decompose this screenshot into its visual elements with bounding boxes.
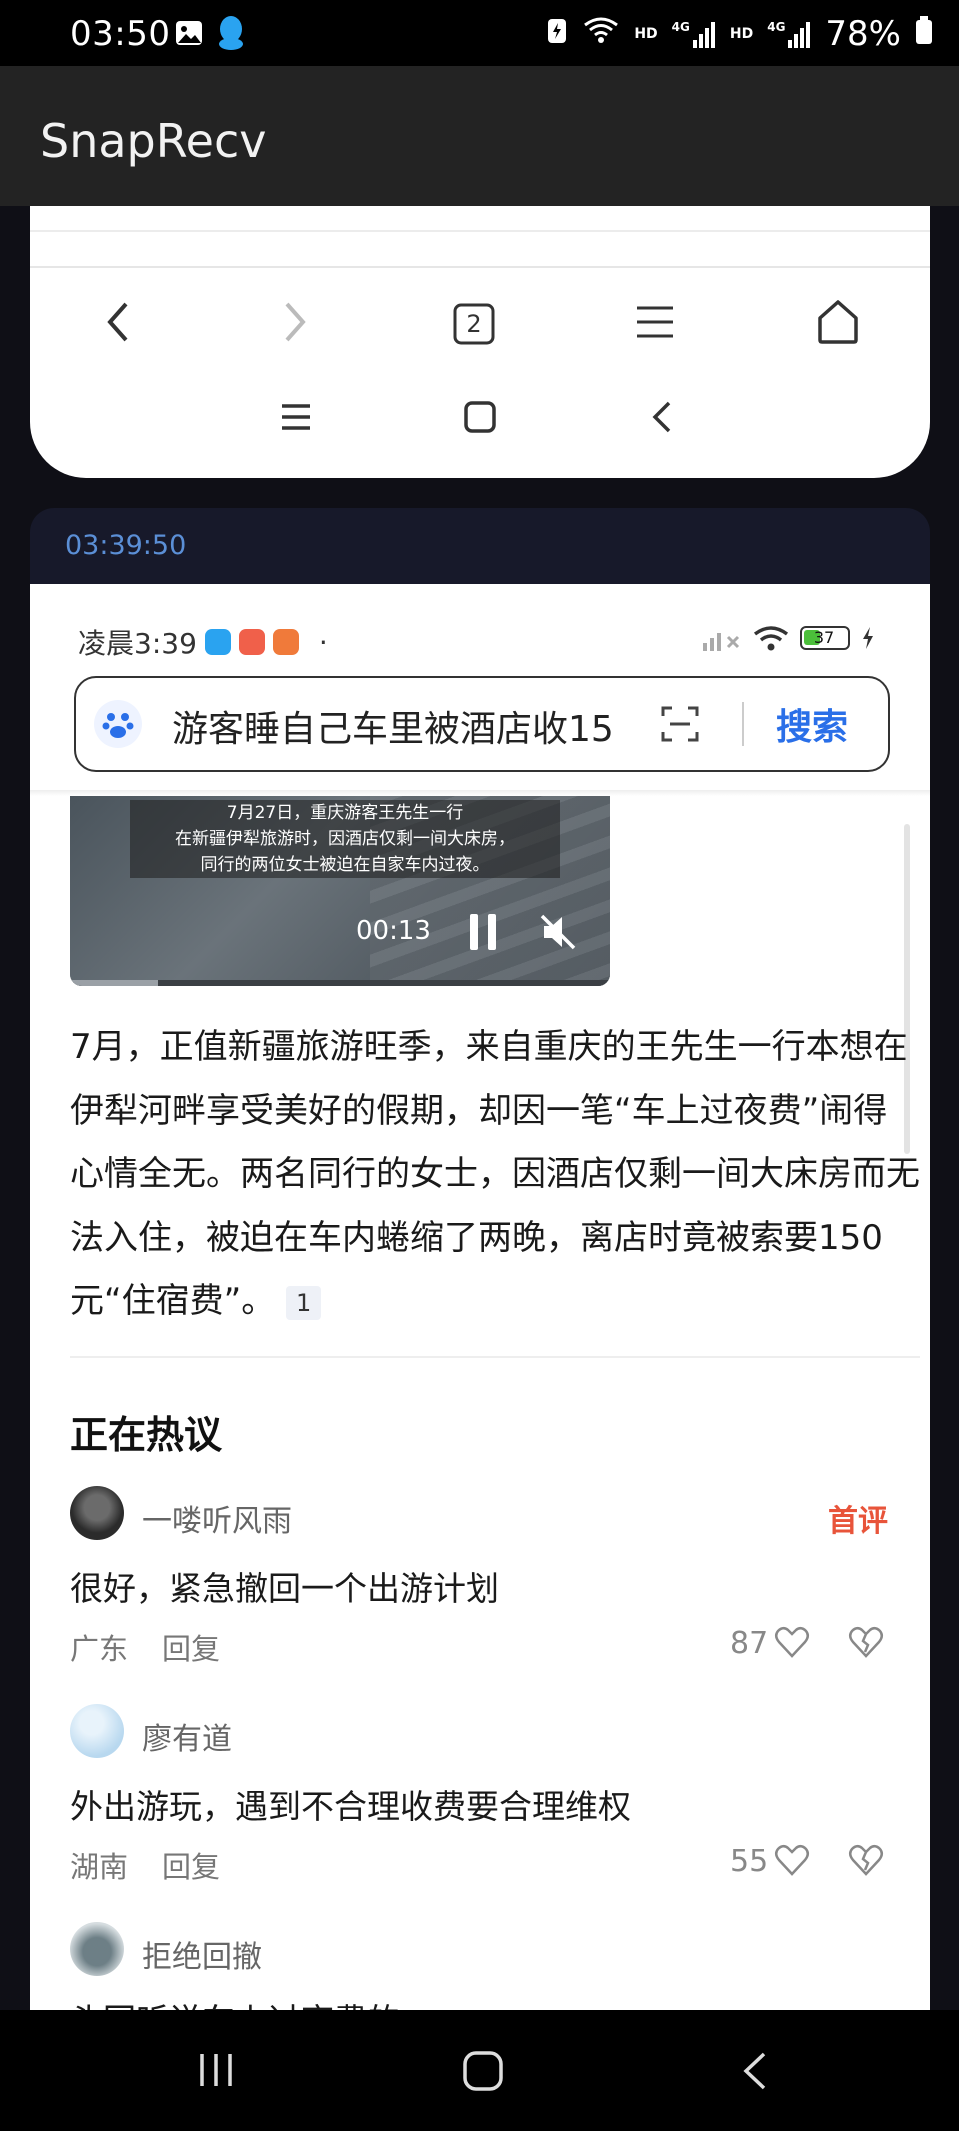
search-button[interactable]: 搜索 <box>776 698 848 750</box>
comment-author[interactable]: 拒绝回撤 <box>142 1932 262 1976</box>
system-back-icon <box>647 400 681 438</box>
inner-wifi-icon <box>753 626 789 651</box>
article-body: 7月，正值新疆旅游旺季，来自重庆的王先生一行本想在伊犁河畔享受美好的假期，却因一… <box>70 1027 920 1321</box>
scan-icon[interactable] <box>660 704 700 748</box>
broken-heart-icon[interactable] <box>848 1842 884 1882</box>
wifi-icon <box>582 14 620 54</box>
search-input[interactable]: 游客睡自己车里被酒店收15 <box>172 700 632 752</box>
heart-icon[interactable] <box>774 1842 810 1882</box>
battery-saver-icon <box>546 14 568 54</box>
shop-app-icon <box>238 629 265 655</box>
snapshot-card[interactable]: 凌晨3:39 · 37 游客睡自己车里被酒店收15 搜索 7月27日，重庆游客王… <box>30 584 930 2010</box>
dot-icon: · <box>318 625 328 659</box>
status-right: HD 4G HD 4G 78% <box>546 14 933 54</box>
inner-status-bar: 凌晨3:39 · <box>78 622 328 662</box>
recents-icon <box>279 400 313 438</box>
comment-region: 广东 <box>70 1632 129 1666</box>
cat-app-icon <box>272 629 299 655</box>
video-caption: 7月27日，重庆游客王先生一行 在新疆伊犁旅游时，因酒店仅剩一间大床房， 同行的… <box>130 800 560 878</box>
charging-icon <box>863 627 873 649</box>
comment-author[interactable]: 一喽听风雨 <box>142 1496 292 1540</box>
reference-marker[interactable]: 1 <box>286 1285 322 1320</box>
avatar[interactable] <box>70 1922 124 1976</box>
no-signal-icon <box>703 633 740 651</box>
back-icon[interactable] <box>740 2050 770 2096</box>
tabs-icon: 2 <box>452 302 496 346</box>
tab-count: 2 <box>466 310 482 338</box>
mute-icon[interactable] <box>538 912 578 956</box>
snapshot-timestamp: 03:39:50 <box>65 530 187 561</box>
menu-icon <box>633 302 677 346</box>
video-player[interactable]: 7月27日，重庆游客王先生一行 在新疆伊犁旅游时，因酒店仅剩一间大床房， 同行的… <box>70 796 610 986</box>
first-comment-badge: 首评 <box>828 1504 888 1539</box>
status-time: 03:50 <box>70 14 171 54</box>
home-square-icon <box>463 400 497 438</box>
broken-heart-icon[interactable] <box>848 1624 884 1664</box>
video-elapsed: 00:13 <box>356 916 431 946</box>
forward-icon <box>275 298 315 350</box>
app-bar: SnapRecv <box>0 66 959 206</box>
chat-app-icon <box>204 629 231 655</box>
inner-status-right: 37 <box>702 624 876 652</box>
comment-author[interactable]: 廖有道 <box>142 1714 232 1758</box>
app-title: SnapRecv <box>40 114 267 168</box>
avatar[interactable] <box>70 1704 124 1758</box>
like-count: 87 <box>730 1626 769 1661</box>
image-icon <box>174 18 204 52</box>
network-label-b: HD <box>729 26 754 42</box>
battery-percent: 78% <box>825 14 901 54</box>
back-icon <box>98 298 138 350</box>
comment-text: 头回听说车上过夜费的 <box>70 1994 400 2010</box>
reply-button[interactable]: 回复 <box>162 1626 220 1668</box>
system-nav-bar <box>0 2010 959 2131</box>
network-label-a: HD <box>634 26 658 42</box>
comment-text: 很好，紧急撤回一个出游计划 <box>70 1569 499 1608</box>
heart-icon[interactable] <box>774 1624 810 1664</box>
qq-icon <box>216 14 246 56</box>
comment-text: 外出游玩，遇到不合理收费要合理维权 <box>70 1787 631 1826</box>
like-count: 55 <box>730 1844 769 1879</box>
inner-status-time: 凌晨3:39 <box>78 627 197 660</box>
paw-icon <box>94 700 142 748</box>
home-icon[interactable] <box>462 2050 504 2096</box>
snapshot-header: 03:39:50 <box>30 508 930 584</box>
signal-icon-2: 4G <box>767 20 811 48</box>
video-progress-fill <box>70 980 158 986</box>
signal-icon: 4G <box>672 20 716 48</box>
comment-region: 湖南 <box>70 1850 129 1884</box>
section-divider <box>70 1356 920 1358</box>
recents-icon[interactable] <box>196 2050 236 2094</box>
inner-battery-icon: 37 <box>800 626 850 650</box>
snapshot-card-previous[interactable]: 2 <box>30 206 930 478</box>
pause-icon[interactable] <box>466 912 500 956</box>
status-bar: 03:50 HD 4G HD 4G 78% <box>0 0 959 66</box>
hot-discussion-title: 正在热议 <box>70 1413 223 1457</box>
avatar[interactable] <box>70 1486 124 1540</box>
home-icon <box>814 298 862 350</box>
battery-icon <box>915 14 933 54</box>
search-divider <box>742 702 744 746</box>
search-box[interactable]: 游客睡自己车里被酒店收15 搜索 <box>74 676 890 772</box>
reply-button[interactable]: 回复 <box>162 1844 220 1886</box>
